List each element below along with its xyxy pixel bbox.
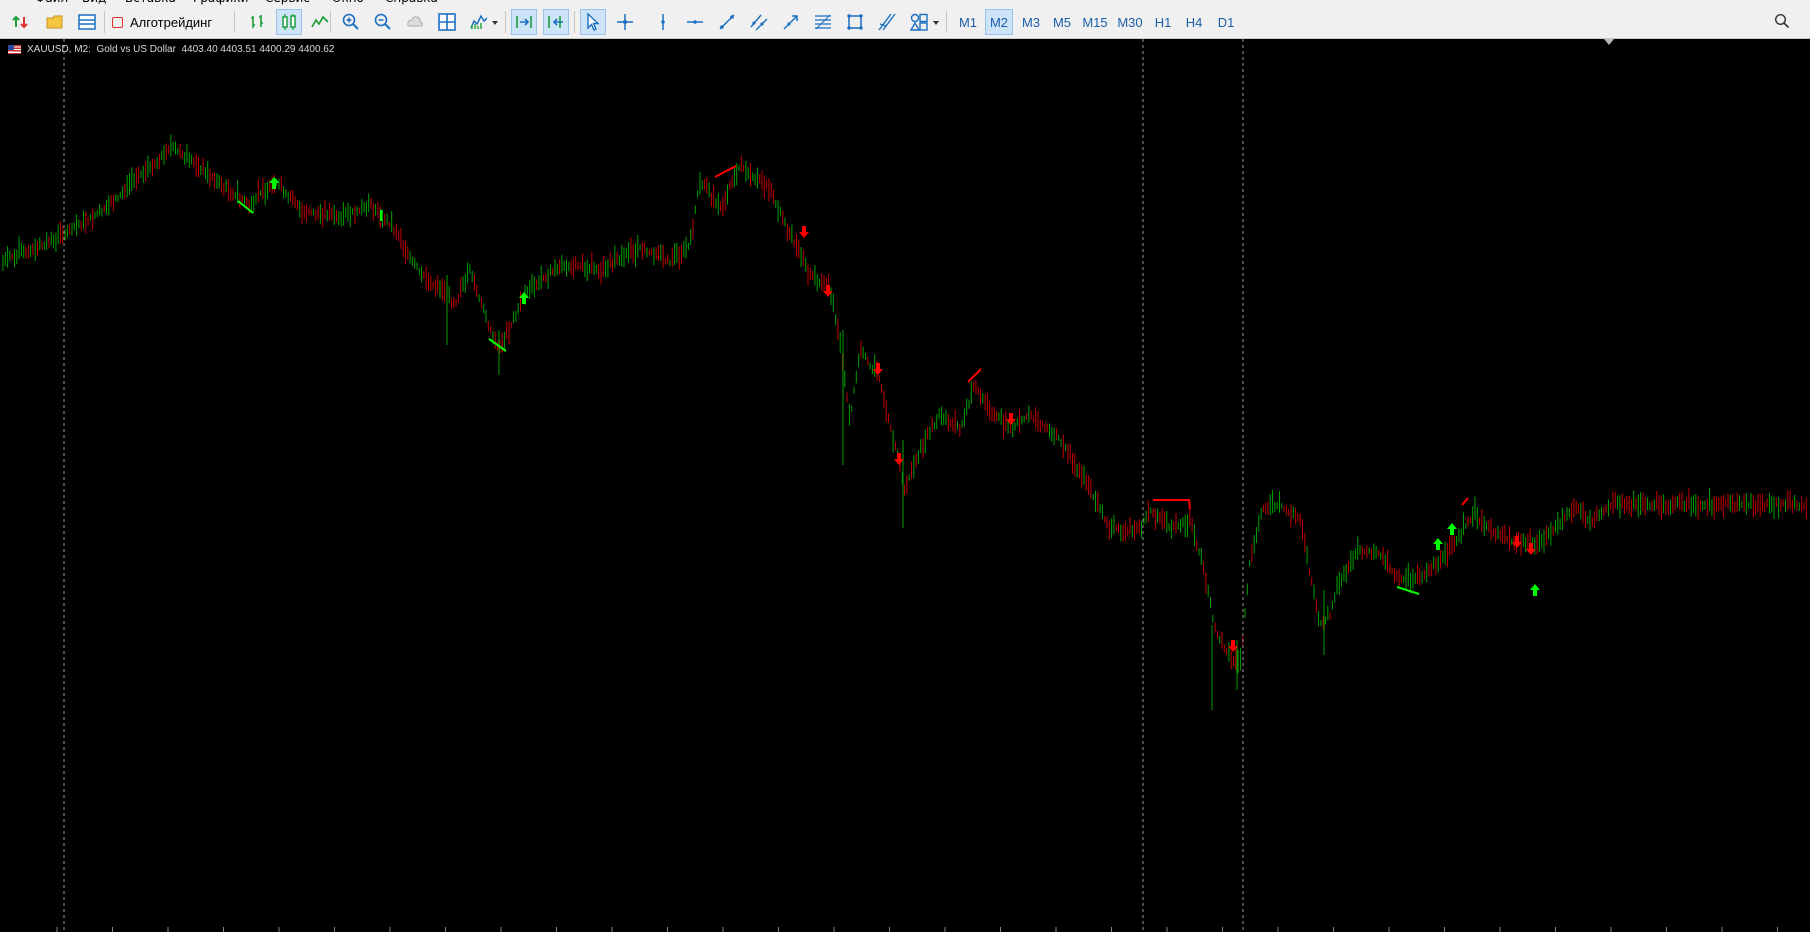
pitchfork-icon[interactable] xyxy=(874,9,900,35)
search-icon[interactable] xyxy=(1774,13,1790,33)
vertical-line-icon[interactable] xyxy=(650,9,676,35)
timeframe-m2[interactable]: M2 xyxy=(985,9,1013,35)
toolbar-separator xyxy=(505,11,506,33)
algo-trading-label: Алготрейдинг xyxy=(130,14,213,30)
auto-scroll-icon[interactable] xyxy=(511,9,537,35)
timeframe-h4[interactable]: H4 xyxy=(1181,9,1207,35)
chart-shift-marker-icon[interactable] xyxy=(1604,39,1614,45)
timeframe-d1[interactable]: D1 xyxy=(1213,9,1239,35)
algo-trading-status-icon xyxy=(112,16,123,28)
tile-windows-icon[interactable] xyxy=(434,9,460,35)
open-folder-icon[interactable] xyxy=(42,9,68,35)
timeframe-m3[interactable]: M3 xyxy=(1017,9,1045,35)
toolbar-separator xyxy=(104,11,105,33)
indicators-icon[interactable] xyxy=(466,9,492,35)
arrowed-line-icon[interactable] xyxy=(778,9,804,35)
horizontal-line-icon[interactable] xyxy=(682,9,708,35)
signal-segment xyxy=(967,368,982,383)
channel-icon[interactable] xyxy=(746,9,772,35)
fibonacci-icon[interactable] xyxy=(810,9,836,35)
rectangle-icon[interactable] xyxy=(842,9,868,35)
price-chart[interactable]: XAUUSD, M2: Gold vs US Dollar 4403.40 44… xyxy=(0,39,1810,932)
dropdown-arrow-icon[interactable] xyxy=(492,21,498,25)
profiles-icon[interactable] xyxy=(74,9,100,35)
signal-segment xyxy=(714,165,737,178)
buy-arrow-icon xyxy=(1530,584,1540,596)
timeframe-m1[interactable]: M1 xyxy=(955,9,981,35)
dropdown-arrow-icon[interactable] xyxy=(933,21,939,25)
toolbar-separator xyxy=(234,11,235,33)
chart-shift-icon[interactable] xyxy=(543,9,569,35)
buy-arrow-icon xyxy=(1433,538,1443,550)
candlestick-icon[interactable] xyxy=(276,9,302,35)
usd-flag-icon xyxy=(8,45,21,54)
toolbar-separator xyxy=(330,11,331,33)
timeframe-m15[interactable]: M15 xyxy=(1079,9,1111,35)
bar-chart-icon[interactable] xyxy=(245,9,271,35)
buy-arrow-icon xyxy=(1447,523,1457,535)
signal-segment xyxy=(1396,586,1420,595)
zoom-out-icon[interactable] xyxy=(370,9,396,35)
shapes-icon[interactable] xyxy=(906,9,932,35)
timeframe-m30[interactable]: M30 xyxy=(1114,9,1146,35)
toolbar-separator xyxy=(574,11,575,33)
chart-canvas[interactable] xyxy=(0,39,1810,932)
cloud-icon[interactable] xyxy=(402,9,428,35)
signal-segment xyxy=(1461,497,1469,506)
algo-trading-button[interactable]: Алготрейдинг xyxy=(112,9,212,35)
sell-arrow-icon xyxy=(799,226,809,238)
toolbar-separator xyxy=(946,11,947,33)
trend-line-icon[interactable] xyxy=(714,9,740,35)
timeframe-h1[interactable]: H1 xyxy=(1151,9,1175,35)
crosshair-icon[interactable] xyxy=(612,9,638,35)
chart-symbol-label: XAUUSD, M2: Gold vs US Dollar 4403.40 44… xyxy=(8,44,334,55)
toolbar: Алготрейдинг M1 M2 M3 M5 M15 M30 H1 H4 D1 xyxy=(0,5,1810,39)
signal-level-line xyxy=(1153,499,1191,510)
cursor-icon[interactable] xyxy=(580,9,606,35)
zoom-in-icon[interactable] xyxy=(338,9,364,35)
buy-arrow-icon xyxy=(269,177,279,189)
timeframe-m5[interactable]: M5 xyxy=(1049,9,1075,35)
new-order-icon[interactable] xyxy=(8,9,34,35)
chart-symbol-text: XAUUSD, M2: Gold vs US Dollar 4403.40 44… xyxy=(27,44,335,55)
